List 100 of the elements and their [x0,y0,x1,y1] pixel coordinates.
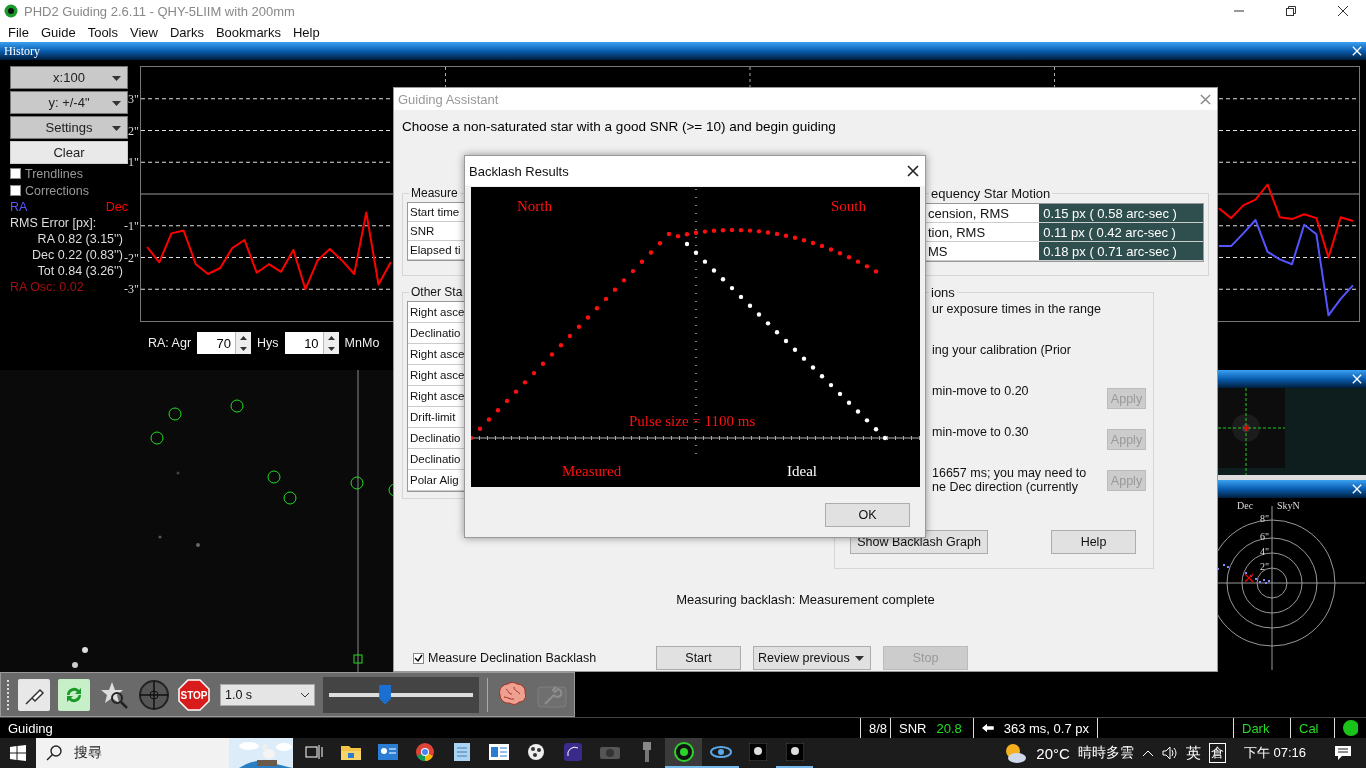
rms-value: RA 0.82 (3.15'') [36,232,123,246]
dropdown-button[interactable]: Review previous [753,646,871,670]
table-cell: 0.11 px ( 0.42 arc-sec ) [1039,223,1203,241]
speaker-icon[interactable] [1161,746,1178,760]
axis-tick-label: 3" [128,91,139,106]
task-view-icon[interactable] [304,744,323,760]
app-window-icon[interactable] [785,743,804,761]
menu-item[interactable]: Bookmarks [209,24,287,40]
frame-count: 8/8 [869,720,888,736]
app-window-icon[interactable] [748,743,767,761]
ring-label: 8" [1260,513,1270,524]
search-icon [46,745,62,761]
restore-icon [1286,6,1296,16]
close-icon[interactable] [907,165,919,177]
rms-value: Dec 0.22 (0.83'') [31,248,123,262]
clear-button[interactable]: Clear [10,141,128,164]
chart-label: South [831,198,866,214]
weather-text: 晴時多雲 [1077,744,1134,762]
dropdown-button[interactable]: Settings [10,116,128,139]
spin-field[interactable]: 70 [197,332,252,354]
scatter-points-drawing [1217,564,1270,584]
checkbox[interactable] [10,168,21,179]
param-label: Hys [257,336,279,350]
input-language[interactable]: 英 [1185,743,1201,763]
ok-button[interactable]: OK [825,503,910,527]
clock-text[interactable]: 下午 07:16 [1243,744,1306,762]
night-sky-icon[interactable] [563,743,582,761]
group-title: equency Star Motion [930,186,1052,201]
axis-tick-label: 2" [128,123,139,138]
menu-item[interactable]: Help [286,24,326,40]
checkbox-label: Corrections [25,183,89,198]
checkbox[interactable] [10,185,21,196]
axis-tick-label: -1" [124,218,139,233]
target-eye-icon[interactable] [673,742,694,762]
legend-label: Dec [105,200,128,214]
menu-item[interactable]: Tools [81,24,124,40]
left-arrow-icon [982,723,994,733]
stop-sign-icon[interactable]: STOP [178,678,210,711]
slider-thumb[interactable] [379,684,392,705]
window-title: PHD2 Guiding 2.6.11 - QHY-5LIIM with 200mm [24,3,296,19]
spin-up-icon[interactable] [327,335,335,340]
crosshair-icon[interactable] [138,678,170,711]
status-message: Guiding [8,720,53,736]
spin-up-icon[interactable] [240,335,248,340]
axis-tick-label: -3" [124,282,139,297]
axis-tick-label: 1" [128,155,139,170]
group-title: Measure [410,186,459,200]
menu-item[interactable]: Darks [163,24,210,40]
recommendation-text: min-move to 0.30 [932,425,1030,439]
group-title: ions [930,285,956,300]
dropdown-button[interactable]: x:100 [10,66,128,89]
group-title: Other Sta [410,285,464,299]
checkbox-label: Trendlines [25,166,83,181]
chevron-up-icon[interactable] [1141,749,1154,757]
dropdown-button[interactable]: y: +/-4" [10,91,128,114]
newspaper-icon[interactable] [488,744,509,760]
search-field[interactable]: 搜尋 [36,738,293,768]
loop-arrows-icon[interactable] [58,678,90,711]
menu-item[interactable]: View [124,24,164,40]
param-label: MnMo [344,336,380,350]
input-mode[interactable]: 倉 [1208,743,1226,763]
legend-label: RA [10,200,28,214]
recommendation-text: ing your calibration (Prior [932,343,1072,357]
recommendation-text: ne Dec direction (currently [932,480,1079,494]
caret-icon [112,101,121,106]
film-reel-icon[interactable] [526,743,545,761]
table-cell: 0.15 px ( 0.58 arc-sec ) [1039,204,1203,222]
help-button[interactable]: Help [1051,530,1136,554]
temperature-text: 20°C [1036,744,1070,762]
spin-down-icon[interactable] [327,346,335,351]
ring-orbit-icon[interactable] [709,743,732,761]
contact-card-icon[interactable] [377,744,398,760]
caret-icon [855,656,864,661]
folder-icon[interactable] [340,744,361,760]
axis-label: Dec [1237,500,1254,511]
windows-logo-icon [10,745,26,761]
app-logo-icon [4,4,18,18]
ring-label: 4" [1260,546,1270,557]
checkbox-label: Measure Declination Backlash [428,651,597,665]
panel-title: History [4,43,40,59]
chart-label: Pulse size = 1100 ms [629,413,756,429]
notification-icon[interactable] [1334,745,1352,761]
spin-field[interactable]: 10 [284,332,339,354]
recommendation-text: 16657 ms; you may need to [932,466,1088,480]
instructions-text: Choose a non-saturated star with a good SNR (>= 10) and begin guiding [402,119,836,134]
menu-item[interactable]: File [2,24,35,40]
action-button[interactable]: Start [656,646,741,670]
checkbox[interactable] [413,652,424,664]
dialog-title: Guiding Assistant [398,91,499,107]
exposure-dropdown[interactable]: 1.0 s [220,683,315,706]
rms-value: Tot 0.84 (3.26'') [36,264,123,278]
caret-icon [112,126,121,131]
menu-item[interactable]: Guide [34,24,82,40]
close-icon [1338,6,1348,16]
spin-down-icon[interactable] [240,346,248,351]
notepad-icon[interactable] [453,743,470,761]
recommendation-text: ur exposure times in the range [932,302,1102,316]
browser-icon[interactable] [415,743,434,761]
axis-tick-label: -2" [124,250,139,265]
caret-icon [112,76,121,81]
